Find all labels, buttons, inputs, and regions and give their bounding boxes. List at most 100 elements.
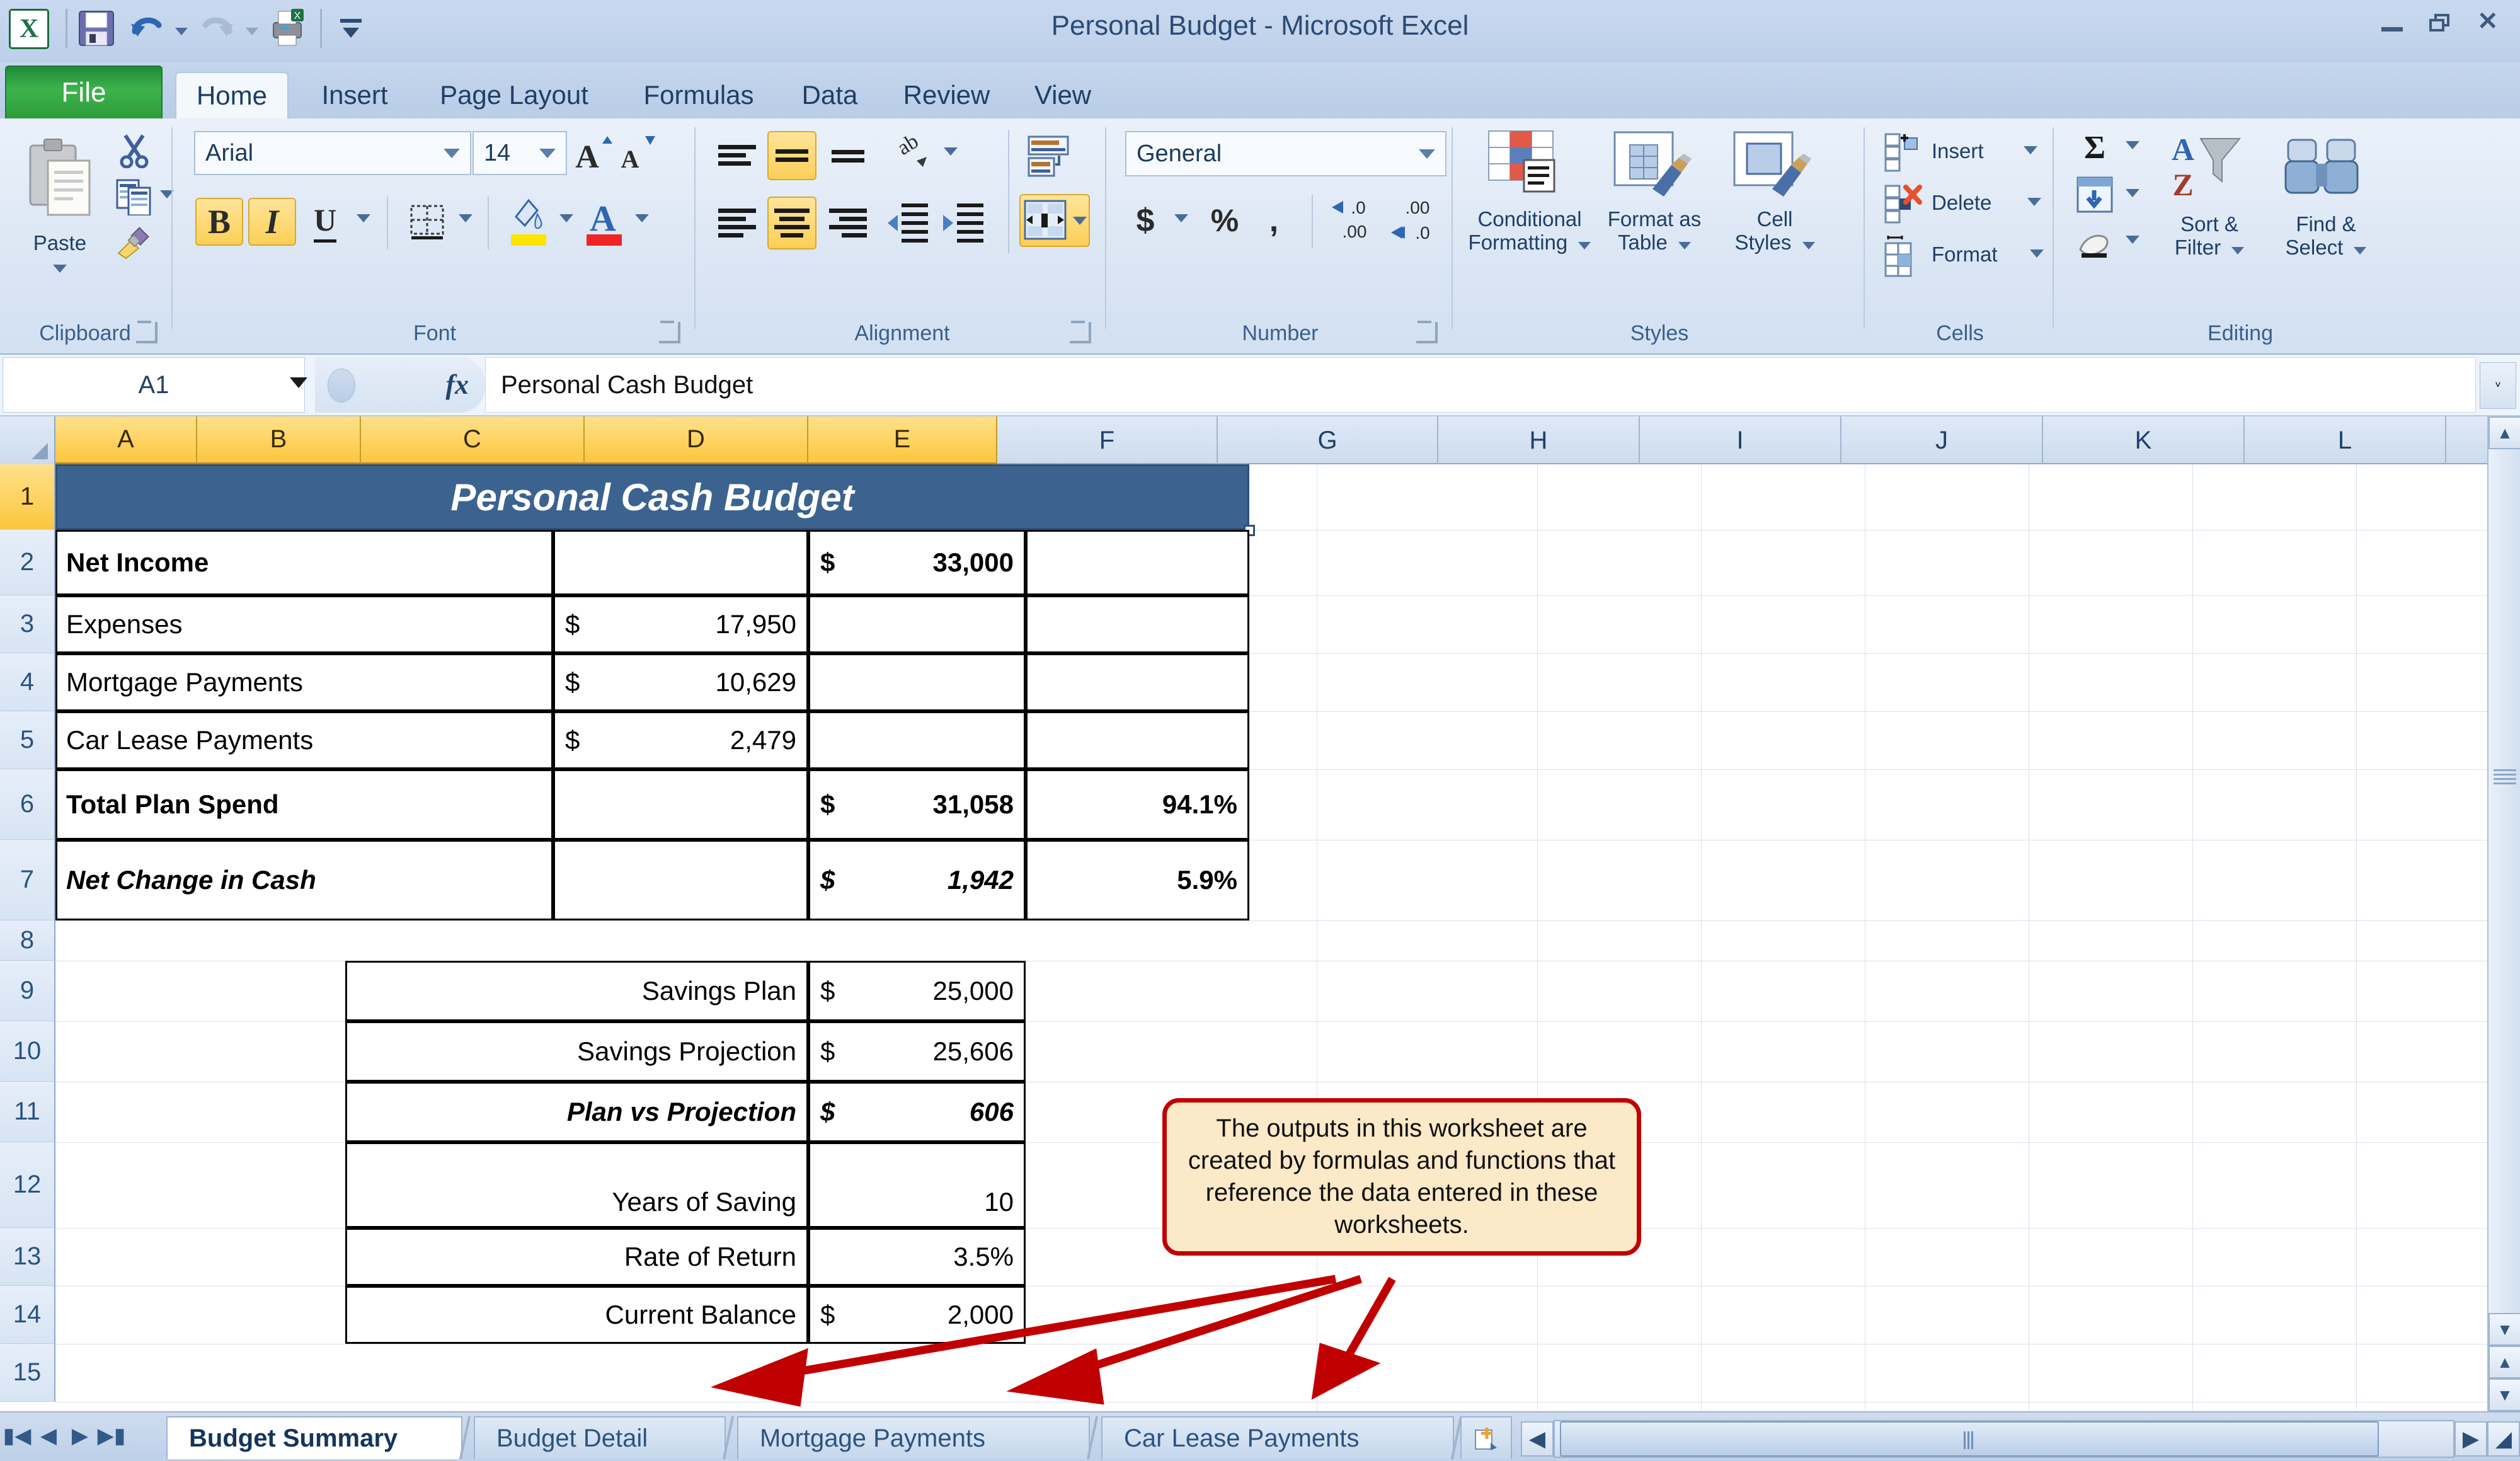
cell-a6[interactable]: Total Plan Spend bbox=[55, 769, 553, 840]
font-size-caret[interactable] bbox=[539, 148, 556, 158]
conditional-formatting-button[interactable]: Conditional Formatting bbox=[1460, 207, 1599, 255]
expand-formula-bar-button[interactable]: ˅ bbox=[2480, 362, 2516, 409]
cell-a3[interactable]: Expenses bbox=[55, 595, 553, 653]
cell-savings-projection-value[interactable]: $25,606 bbox=[808, 1021, 1026, 1082]
find-select-icon[interactable] bbox=[2279, 127, 2365, 205]
cell-e2[interactable] bbox=[1026, 530, 1249, 595]
minimize-button[interactable] bbox=[2381, 18, 2403, 32]
last-sheet-button[interactable]: ▶▮ bbox=[98, 1421, 126, 1450]
row-header-2[interactable]: 2 bbox=[0, 530, 55, 595]
format-painter-icon[interactable] bbox=[113, 223, 155, 262]
percent-format-icon[interactable]: % bbox=[1202, 197, 1247, 244]
sheet-tab-budget-detail[interactable]: Budget Detail bbox=[474, 1416, 726, 1459]
previous-page-button[interactable]: ▲ bbox=[2488, 1346, 2520, 1378]
cell-c7[interactable] bbox=[553, 840, 808, 920]
cell-plan-vs-projection-label[interactable]: Plan vs Projection bbox=[345, 1082, 808, 1142]
row-header-10[interactable]: 10 bbox=[0, 1021, 55, 1082]
format-cells-icon[interactable] bbox=[1881, 233, 1928, 280]
format-as-table-caret[interactable] bbox=[1678, 241, 1692, 249]
decrease-decimal-icon[interactable]: .00 .0 bbox=[1387, 194, 1444, 247]
font-color-icon[interactable]: A bbox=[580, 194, 627, 248]
bold-button[interactable]: B bbox=[195, 198, 243, 246]
name-box-caret[interactable] bbox=[290, 377, 307, 388]
insert-dropdown-caret[interactable] bbox=[2024, 146, 2037, 154]
cell-current-balance-label[interactable]: Current Balance bbox=[345, 1286, 808, 1344]
autosum-dropdown-caret[interactable] bbox=[2126, 141, 2139, 149]
cell-years-of-saving-value[interactable]: 10 bbox=[808, 1142, 1026, 1228]
tab-data[interactable]: Data bbox=[782, 72, 877, 118]
vertical-scrollbar[interactable]: ▲ ▼ ▲ ▼ bbox=[2487, 416, 2520, 1411]
row-header-7[interactable]: 7 bbox=[0, 840, 55, 920]
row-header-8[interactable]: 8 bbox=[0, 920, 55, 961]
row-header-5[interactable]: 5 bbox=[0, 711, 55, 769]
cell-styles-icon[interactable] bbox=[1727, 127, 1816, 203]
bottom-align-icon[interactable] bbox=[824, 139, 872, 174]
font-name-combobox[interactable]: Arial bbox=[194, 131, 471, 175]
tab-page-layout[interactable]: Page Layout bbox=[413, 72, 615, 118]
middle-align-button[interactable] bbox=[767, 131, 816, 180]
row-header-9[interactable]: 9 bbox=[0, 961, 55, 1021]
font-dialog-launcher[interactable] bbox=[659, 321, 680, 343]
tab-formulas[interactable]: Formulas bbox=[620, 72, 777, 118]
paste-dropdown-caret[interactable] bbox=[53, 265, 67, 273]
align-left-icon[interactable] bbox=[713, 199, 761, 247]
orientation-dropdown-caret[interactable] bbox=[944, 147, 958, 156]
cell-savings-plan-label[interactable]: Savings Plan bbox=[345, 961, 808, 1021]
number-format-caret[interactable] bbox=[1419, 149, 1435, 159]
next-page-button[interactable]: ▼ bbox=[2488, 1378, 2520, 1411]
orientation-icon[interactable]: ab bbox=[890, 131, 937, 179]
close-button[interactable]: ✕ bbox=[2477, 9, 2514, 34]
underline-dropdown-caret[interactable] bbox=[357, 214, 370, 222]
accounting-format-icon[interactable]: $ bbox=[1125, 197, 1166, 244]
column-header-j[interactable]: J bbox=[1841, 416, 2043, 464]
paste-label[interactable]: Paste bbox=[19, 231, 101, 255]
insert-cells-icon[interactable] bbox=[1881, 130, 1928, 174]
cut-icon[interactable] bbox=[113, 130, 155, 169]
row-header-1[interactable]: 1 bbox=[0, 464, 55, 530]
column-header-d[interactable]: D bbox=[585, 416, 808, 464]
align-right-icon[interactable] bbox=[824, 199, 872, 247]
align-center-button[interactable] bbox=[767, 197, 816, 249]
sheet-tab-budget-summary[interactable]: Budget Summary bbox=[166, 1416, 462, 1459]
column-header-b[interactable]: B bbox=[197, 416, 361, 464]
scroll-up-button[interactable]: ▲ bbox=[2488, 416, 2520, 449]
grow-font-icon[interactable]: A bbox=[575, 132, 614, 174]
cell-c6[interactable] bbox=[553, 769, 808, 840]
sheet-tab-mortgage-payments[interactable]: Mortgage Payments bbox=[737, 1416, 1090, 1459]
fill-icon[interactable] bbox=[2073, 174, 2117, 215]
cell-c2[interactable] bbox=[553, 530, 808, 595]
row-header-11[interactable]: 11 bbox=[0, 1082, 55, 1142]
top-align-icon[interactable] bbox=[713, 136, 761, 174]
underline-button[interactable]: U bbox=[301, 198, 349, 246]
row-header-6[interactable]: 6 bbox=[0, 769, 55, 840]
borders-icon[interactable] bbox=[403, 198, 451, 246]
tab-home[interactable]: Home bbox=[175, 72, 289, 118]
previous-sheet-button[interactable]: ◀ bbox=[38, 1421, 59, 1450]
increase-decimal-icon[interactable]: .0 .00 bbox=[1328, 194, 1385, 247]
italic-button[interactable]: I bbox=[248, 198, 296, 246]
conditional-formatting-caret[interactable] bbox=[1578, 241, 1591, 249]
row-header-3[interactable]: 3 bbox=[0, 595, 55, 653]
vertical-scroll-thumb[interactable] bbox=[2494, 769, 2516, 786]
format-as-table-icon[interactable] bbox=[1608, 127, 1696, 203]
column-header-e[interactable]: E bbox=[808, 416, 997, 464]
cell-d4[interactable] bbox=[808, 653, 1026, 711]
cell-years-of-saving-label[interactable]: Years of Saving bbox=[345, 1142, 808, 1228]
fill-color-dropdown-caret[interactable] bbox=[559, 214, 573, 222]
row-header-15[interactable]: 15 bbox=[0, 1344, 55, 1402]
format-cells-button[interactable]: Format bbox=[1932, 243, 2045, 266]
font-size-combobox[interactable]: 14 bbox=[472, 131, 567, 175]
tab-insert[interactable]: Insert bbox=[301, 72, 408, 118]
formula-input[interactable]: Personal Cash Budget bbox=[485, 357, 2476, 413]
borders-dropdown-caret[interactable] bbox=[459, 214, 472, 222]
column-header-i[interactable]: I bbox=[1640, 416, 1841, 464]
comma-format-icon[interactable]: , bbox=[1255, 197, 1293, 244]
row-header-13[interactable]: 13 bbox=[0, 1228, 55, 1286]
cell-e6[interactable]: 94.1% bbox=[1026, 769, 1249, 840]
clear-dropdown-caret[interactable] bbox=[2126, 236, 2139, 244]
cell-a1-merged-title[interactable]: Personal Cash Budget bbox=[55, 464, 1249, 530]
delete-dropdown-caret[interactable] bbox=[2027, 198, 2041, 206]
row-header-4[interactable]: 4 bbox=[0, 653, 55, 711]
font-color-dropdown-caret[interactable] bbox=[635, 214, 649, 222]
sheet-tab-car-lease-payments[interactable]: Car Lease Payments bbox=[1101, 1416, 1454, 1459]
